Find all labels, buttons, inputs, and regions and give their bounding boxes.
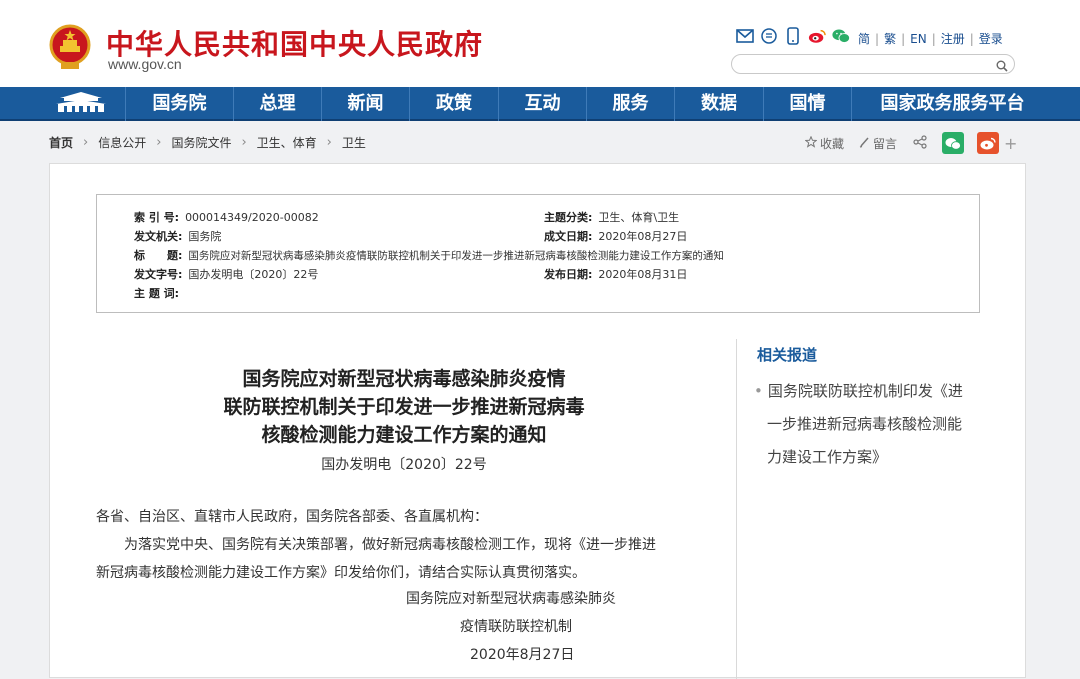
login-link[interactable]: 登录 — [979, 30, 1003, 47]
meta-label: 发布日期: — [544, 268, 593, 281]
meta-created-row: 成文日期: 2020年08月27日 — [544, 228, 687, 244]
bullet-icon: • — [754, 382, 763, 400]
nav-item-interaction[interactable]: 互动 — [498, 87, 586, 121]
meta-value: 卫生、体育\卫生 — [598, 211, 680, 224]
pencil-icon — [859, 136, 870, 151]
phone-icon[interactable] — [784, 27, 802, 45]
lang-traditional-link[interactable]: 繁 — [884, 30, 896, 47]
related-report-line: 国务院联防联控机制印发《进 — [767, 382, 963, 400]
chevron-right-icon: › — [83, 135, 89, 150]
document-metadata-table: 索 引 号: 000014349/2020-00082 主题分类: 卫生、体育\卫生… — [96, 194, 980, 313]
comment-label: 留言 — [873, 136, 898, 151]
nav-item-policy[interactable]: 政策 — [409, 87, 498, 121]
meta-value: 国务院 — [188, 230, 222, 243]
share-icon[interactable] — [913, 134, 927, 152]
mail-icon[interactable] — [736, 27, 754, 45]
meta-issuer-row: 发文机关: 国务院 — [134, 228, 221, 244]
meta-value: 2020年08月31日 — [598, 268, 688, 281]
nav-item-national-info[interactable]: 国情 — [763, 87, 851, 121]
meta-label: 成文日期: — [544, 230, 593, 243]
meta-category-row: 主题分类: 卫生、体育\卫生 — [544, 209, 679, 225]
site-header: 中华人民共和国中央人民政府 www.gov.cn 简 | 繁 | EN | 注册… — [0, 0, 1080, 87]
breadcrumb-health-sports[interactable]: 卫生、体育 — [257, 134, 317, 151]
share-toolbar: 收藏 留言 + — [804, 132, 1017, 154]
document-signature-line: 国务院应对新型冠状病毒感染肺炎 — [406, 591, 616, 607]
breadcrumb-info-disclosure[interactable]: 信息公开 — [98, 134, 146, 151]
document-number: 国办发明电〔2020〕22号 — [321, 457, 487, 473]
message-icon[interactable] — [760, 27, 778, 45]
separator: | — [969, 31, 974, 46]
chevron-right-icon: › — [326, 135, 332, 150]
meta-label: 主题分类: — [544, 211, 593, 224]
document-signature-date: 2020年8月27日 — [470, 647, 575, 663]
chevron-right-icon: › — [156, 135, 162, 150]
meta-value: 000014349/2020-00082 — [185, 211, 319, 224]
separator: | — [875, 31, 880, 46]
related-report-line: 一步推进新冠病毒核酸检测能 — [767, 415, 963, 433]
wechat-icon[interactable] — [832, 27, 850, 45]
utility-icons — [736, 27, 850, 45]
document-title-line: 核酸检测能力建设工作方案的通知 — [261, 424, 547, 446]
home-nav-item[interactable] — [37, 87, 125, 121]
weibo-share-icon[interactable] — [977, 132, 1000, 154]
document-title-line: 国务院应对新型冠状病毒感染肺炎疫情 — [242, 368, 566, 390]
nav-item-data[interactable]: 数据 — [674, 87, 763, 121]
favorite-label: 收藏 — [820, 136, 845, 151]
document-body-line: 新冠病毒核酸检测能力建设工作方案》印发给你们，请结合实际认真贯彻落实。 — [96, 565, 586, 581]
nav-item-state-council[interactable]: 国务院 — [125, 87, 233, 121]
tiananmen-icon — [52, 90, 110, 118]
breadcrumb-state-council-docs[interactable]: 国务院文件 — [171, 134, 231, 151]
search-box — [731, 54, 1015, 76]
document-title-line: 联防联控机制关于印发进一步推进新冠病毒 — [223, 396, 585, 418]
lang-english-link[interactable]: EN — [910, 32, 927, 46]
language-links: 简 | 繁 | EN | 注册 | 登录 — [858, 30, 1003, 47]
star-icon — [804, 135, 818, 151]
meta-label: 发文字号: — [134, 268, 183, 281]
breadcrumb: 首页 › 信息公开 › 国务院文件 › 卫生、体育 › 卫生 — [49, 134, 366, 151]
meta-title-row: 标 题: 国务院应对新型冠状病毒感染肺炎疫情联防联控机制关于印发进一步推进新冠病毒… — [134, 247, 724, 263]
content-card: 索 引 号: 000014349/2020-00082 主题分类: 卫生、体育\卫生… — [49, 163, 1026, 679]
site-domain: www.gov.cn — [108, 56, 182, 72]
meta-keywords-row: 主 题 词: — [134, 285, 179, 301]
nav-item-services[interactable]: 服务 — [586, 87, 674, 121]
separator: | — [931, 31, 936, 46]
document-signature-line: 疫情联防联控机制 — [460, 619, 572, 635]
separator: | — [901, 31, 906, 46]
nav-item-service-platform[interactable]: 国家政务服务平台 — [851, 87, 1053, 121]
meta-value: 2020年08月27日 — [598, 230, 688, 243]
meta-published-row: 发布日期: 2020年08月31日 — [544, 266, 687, 282]
nav-item-premier[interactable]: 总理 — [233, 87, 321, 121]
nav-item-news[interactable]: 新闻 — [321, 87, 409, 121]
related-report-line: 力建设工作方案》 — [767, 448, 888, 466]
search-input[interactable] — [742, 57, 992, 75]
national-emblem-icon[interactable] — [49, 24, 91, 70]
document-title: 国务院应对新型冠状病毒感染肺炎疫情 联防联控机制关于印发进一步推进新冠病毒 核酸… — [104, 365, 704, 449]
comment-button[interactable]: 留言 — [859, 135, 897, 152]
breadcrumb-health[interactable]: 卫生 — [342, 134, 366, 151]
document-body-line: 为落实党中央、国务院有关决策部署，做好新冠病毒核酸检测工作，现将《进一步推进 — [124, 537, 656, 553]
meta-label: 索 引 号: — [134, 211, 180, 224]
related-reports-heading: 相关报道 — [757, 346, 818, 364]
more-share-button[interactable]: + — [1004, 134, 1017, 153]
sidebar-divider — [736, 339, 737, 679]
weibo-icon[interactable] — [808, 27, 826, 45]
meta-label: 发文机关: — [134, 230, 183, 243]
main-nav: 国务院 总理 新闻 政策 互动 服务 数据 国情 国家政务服务平台 — [0, 87, 1080, 121]
meta-label: 主 题 词: — [134, 287, 180, 300]
meta-index-row: 索 引 号: 000014349/2020-00082 — [134, 209, 319, 225]
meta-value: 国办发明电〔2020〕22号 — [188, 268, 319, 281]
chevron-right-icon: › — [241, 135, 247, 150]
favorite-button[interactable]: 收藏 — [804, 135, 845, 152]
lang-simplified-link[interactable]: 简 — [858, 30, 870, 47]
meta-label: 标 题: — [134, 249, 183, 262]
wechat-share-icon[interactable] — [942, 132, 965, 154]
meta-docno-row: 发文字号: 国办发明电〔2020〕22号 — [134, 266, 318, 282]
breadcrumb-home[interactable]: 首页 — [49, 134, 73, 151]
meta-value: 国务院应对新型冠状病毒感染肺炎疫情联防联控机制关于印发进一步推进新冠病毒核酸检测… — [188, 250, 724, 262]
document-salutation: 各省、自治区、直辖市人民政府，国务院各部委、各直属机构： — [96, 509, 488, 525]
search-icon[interactable] — [996, 57, 1008, 76]
register-link[interactable]: 注册 — [941, 30, 965, 47]
related-report-link[interactable]: • 国务院联防联控机制印发《进 一步推进新冠病毒核酸检测能 力建设工作方案》 — [754, 375, 984, 474]
